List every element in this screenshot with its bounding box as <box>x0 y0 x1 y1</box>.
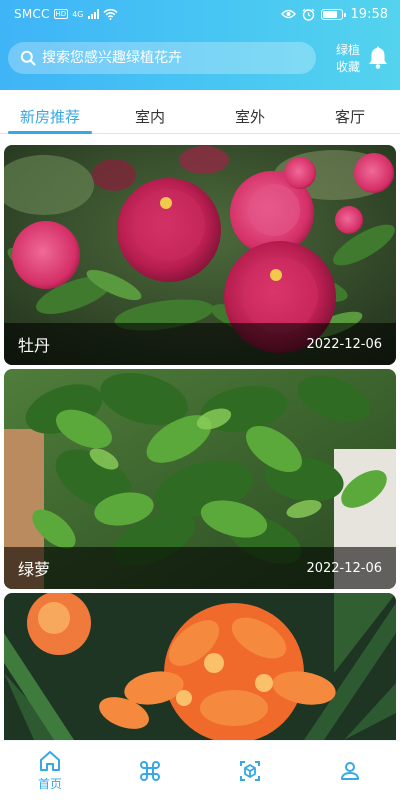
command-icon <box>140 760 160 781</box>
tab-outdoor[interactable]: 室外 <box>200 100 300 133</box>
card-caption: 牡丹 2022-12-06 <box>4 323 396 365</box>
nav-home-label: 首页 <box>37 777 62 791</box>
hd-badge: HD <box>53 9 69 19</box>
nav-command[interactable] <box>100 741 200 800</box>
favorites-link[interactable]: 绿植收藏 <box>333 42 363 76</box>
app-header: SMCC HD 4G 19:58 搜索您感兴趣绿植花卉 绿植收藏 <box>0 0 400 90</box>
search-bar[interactable] <box>8 42 316 74</box>
network-label: 4G <box>72 10 84 19</box>
battery-icon <box>320 8 346 20</box>
tab-recommended[interactable]: 新房推荐 <box>0 100 100 134</box>
bell-icon[interactable] <box>367 46 389 70</box>
wifi-icon <box>103 8 119 20</box>
plant-card-peony[interactable]: 牡丹 2022-12-06 <box>4 145 396 365</box>
search-input[interactable] <box>42 50 312 66</box>
carrier-label: SMCC <box>14 7 50 21</box>
home-icon <box>40 751 60 771</box>
tab-indoor[interactable]: 室内 <box>100 100 200 133</box>
plant-date: 2022-12-06 <box>306 336 382 352</box>
category-tabs: 新房推荐 室内 室外 客厅 <box>0 100 400 134</box>
cube-icon <box>240 760 260 781</box>
status-bar: SMCC HD 4G 19:58 <box>0 0 400 28</box>
nav-cube[interactable] <box>200 741 300 800</box>
plant-name: 牡丹 <box>18 336 51 355</box>
plant-name: 绿萝 <box>18 560 51 579</box>
tab-living-room[interactable]: 客厅 <box>300 100 400 133</box>
nav-home[interactable]: 首页 <box>0 741 100 800</box>
search-icon <box>20 50 36 66</box>
card-caption: 绿萝 2022-12-06 <box>4 547 396 589</box>
plant-card-clivia[interactable] <box>4 593 396 740</box>
bottom-nav: 首页 <box>0 740 400 800</box>
plant-date: 2022-12-06 <box>306 560 382 576</box>
alarm-icon <box>302 8 314 21</box>
user-icon <box>341 761 359 780</box>
nav-profile[interactable] <box>300 741 400 800</box>
clock-time: 19:58 <box>350 6 388 22</box>
signal-icon <box>88 9 100 19</box>
eye-icon <box>280 9 296 19</box>
clivia-image <box>4 593 396 740</box>
plant-card-pothos[interactable]: 绿萝 2022-12-06 <box>4 369 396 589</box>
